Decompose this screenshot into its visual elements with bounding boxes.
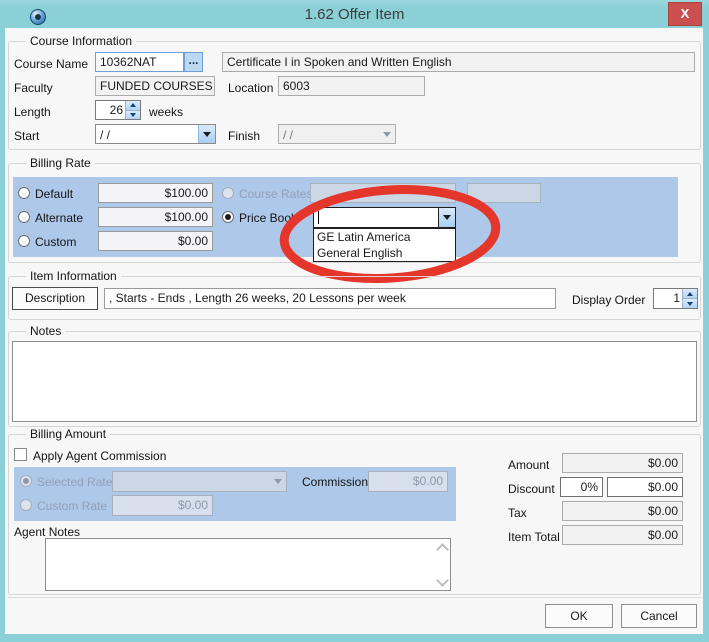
discount-label: Discount bbox=[508, 482, 555, 496]
course-rates-extra-field bbox=[467, 183, 541, 203]
location-field: 6003 bbox=[278, 76, 425, 96]
selected-rate-radio bbox=[20, 475, 32, 487]
length-spin-buttons[interactable] bbox=[125, 101, 140, 119]
finish-label: Finish bbox=[228, 129, 260, 143]
chevron-down-icon[interactable] bbox=[198, 125, 215, 143]
commission-field: $0.00 bbox=[368, 471, 448, 492]
faculty-label: Faculty bbox=[14, 81, 53, 95]
alternate-rate-field[interactable]: $100.00 bbox=[98, 207, 213, 227]
cancel-button[interactable]: Cancel bbox=[621, 604, 697, 628]
discount-percent-field[interactable]: 0% bbox=[560, 477, 603, 497]
billing-amount-group-label: Billing Amount bbox=[26, 428, 110, 441]
apply-agent-commission-label: Apply Agent Commission bbox=[33, 449, 166, 463]
price-book-option[interactable]: GE Latin America bbox=[314, 229, 455, 245]
course-rates-label: Course Rates bbox=[239, 187, 312, 201]
default-rate-label: Default bbox=[35, 187, 73, 201]
display-order-label: Display Order bbox=[572, 293, 645, 307]
display-order-spin-buttons[interactable] bbox=[682, 289, 697, 308]
tax-label: Tax bbox=[508, 506, 527, 520]
length-value: 26 bbox=[96, 101, 125, 119]
window-title: 1.62 Offer Item bbox=[0, 6, 709, 23]
discount-amount-field[interactable]: $0.00 bbox=[607, 477, 683, 497]
display-order-spinner[interactable]: 1 bbox=[653, 288, 698, 309]
course-rates-combo bbox=[310, 183, 456, 203]
selected-rate-label: Selected Rate bbox=[37, 475, 112, 489]
amount-label: Amount bbox=[508, 458, 549, 472]
spin-down-icon[interactable] bbox=[126, 111, 140, 120]
default-rate-field[interactable]: $100.00 bbox=[98, 183, 213, 203]
apply-agent-commission-checkbox[interactable] bbox=[14, 448, 27, 461]
course-title-field: Certificate I in Spoken and Written Engl… bbox=[222, 52, 695, 72]
chevron-down-icon bbox=[379, 125, 395, 143]
display-order-value: 1 bbox=[654, 289, 682, 308]
finish-date-value: / / bbox=[283, 127, 293, 143]
price-book-combo[interactable] bbox=[313, 207, 456, 228]
course-information-group-label: Course Information bbox=[26, 35, 136, 48]
location-label: Location bbox=[228, 81, 273, 95]
item-total-field: $0.00 bbox=[562, 525, 683, 545]
default-rate-radio[interactable] bbox=[18, 187, 30, 199]
start-date-combo[interactable]: / / bbox=[95, 124, 216, 144]
course-name-label: Course Name bbox=[14, 57, 88, 71]
custom-rate-commission-label: Custom Rate bbox=[37, 499, 107, 513]
close-button[interactable]: X bbox=[668, 2, 702, 26]
item-total-label: Item Total bbox=[508, 530, 560, 544]
chevron-down-icon bbox=[439, 184, 455, 202]
course-rates-radio bbox=[222, 187, 234, 199]
commission-label: Commission bbox=[302, 475, 368, 489]
price-book-option[interactable]: General English bbox=[314, 245, 455, 261]
finish-date-combo: / / bbox=[278, 124, 396, 144]
ok-button[interactable]: OK bbox=[545, 604, 613, 628]
spin-up-icon[interactable] bbox=[126, 101, 140, 111]
text-caret bbox=[318, 211, 319, 224]
custom-rate-label: Custom bbox=[35, 235, 76, 249]
start-label: Start bbox=[14, 129, 39, 143]
description-button[interactable]: Description bbox=[12, 287, 98, 310]
spin-down-icon[interactable] bbox=[683, 299, 697, 308]
course-code-field[interactable]: 10362NAT bbox=[95, 52, 184, 72]
agent-notes-textarea[interactable] bbox=[45, 538, 451, 591]
description-field[interactable]: , Starts - Ends , Length 26 weeks, 20 Le… bbox=[104, 288, 556, 309]
amount-field: $0.00 bbox=[562, 453, 683, 473]
spin-up-icon[interactable] bbox=[683, 289, 697, 299]
length-label: Length bbox=[14, 105, 51, 119]
item-information-group-label: Item Information bbox=[26, 270, 121, 283]
notes-group-label: Notes bbox=[26, 325, 65, 338]
selected-rate-combo bbox=[112, 471, 287, 492]
notes-textarea[interactable] bbox=[12, 341, 697, 422]
alternate-rate-radio[interactable] bbox=[18, 211, 30, 223]
custom-rate-field[interactable]: $0.00 bbox=[98, 231, 213, 251]
custom-rate-radio[interactable] bbox=[18, 235, 30, 247]
price-book-label: Price Book bbox=[239, 211, 297, 225]
titlebar: 1.62 Offer Item X bbox=[0, 0, 709, 28]
start-date-value: / / bbox=[100, 127, 110, 143]
footer-separator bbox=[8, 597, 701, 598]
price-book-dropdown-list: GE Latin America General English bbox=[313, 228, 456, 262]
custom-rate-commission-field: $0.00 bbox=[112, 495, 213, 516]
course-browse-button[interactable]: ... bbox=[184, 52, 203, 72]
length-spinner[interactable]: 26 bbox=[95, 100, 141, 120]
custom-rate-commission-radio bbox=[20, 499, 32, 511]
faculty-field: FUNDED COURSES bbox=[95, 76, 215, 96]
price-book-radio[interactable] bbox=[222, 211, 234, 223]
offer-item-dialog: 1.62 Offer Item X Course Information Cou… bbox=[0, 0, 709, 642]
billing-rate-group-label: Billing Rate bbox=[26, 157, 95, 170]
alternate-rate-label: Alternate bbox=[35, 211, 83, 225]
tax-field: $0.00 bbox=[562, 501, 683, 521]
chevron-down-icon[interactable] bbox=[438, 208, 455, 227]
chevron-down-icon bbox=[270, 472, 286, 491]
length-unit-label: weeks bbox=[149, 105, 183, 119]
agent-notes-label: Agent Notes bbox=[14, 525, 80, 539]
